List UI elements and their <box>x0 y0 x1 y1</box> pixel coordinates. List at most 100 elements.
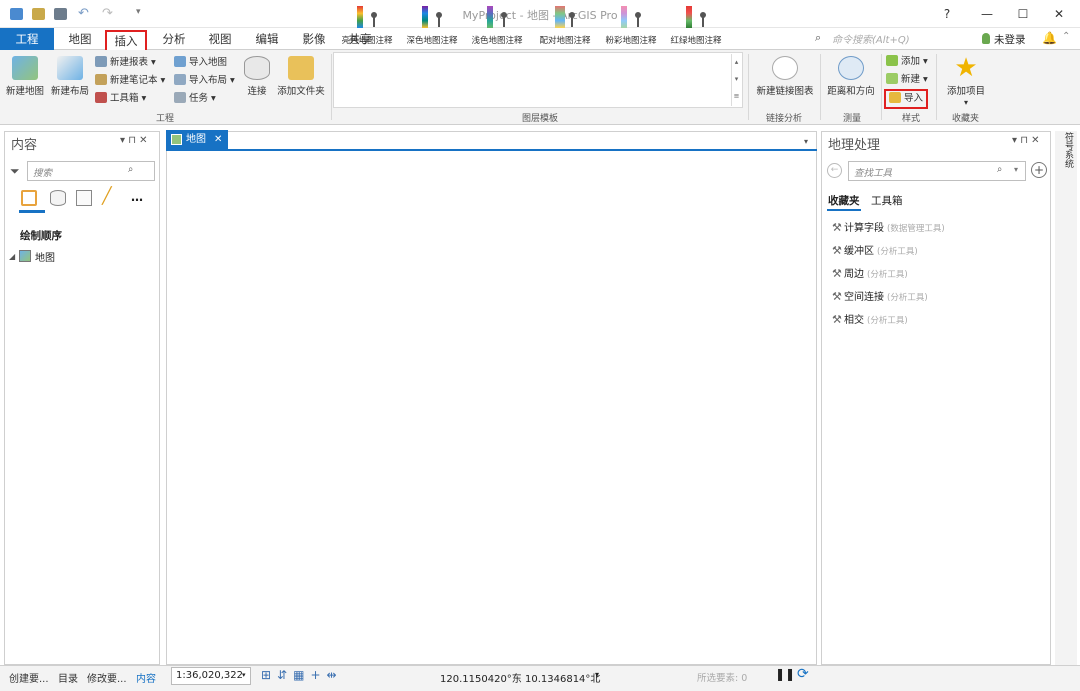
map-tab[interactable]: 地图 ✕ <box>166 130 228 149</box>
back-icon[interactable]: ← <box>827 163 842 178</box>
link-chart-icon <box>772 56 798 80</box>
group-layer-templates-label: 图层模板 <box>522 114 559 124</box>
scale-selector[interactable]: 1:36,020,322 ▾ <box>171 667 251 685</box>
coordinate-dropdown-icon[interactable]: ▾ <box>595 670 599 679</box>
separator <box>936 54 937 120</box>
group-favorites-label: 收藏夹 <box>952 114 980 124</box>
geoprocessing-pane-controls[interactable]: ▾ ⊓ ✕ <box>1012 135 1040 146</box>
toolbox-button[interactable]: 工具箱 ▾ <box>95 91 146 107</box>
drawing-order-icon[interactable] <box>21 190 37 206</box>
tab-edit[interactable]: 编辑 <box>247 30 287 50</box>
tab-favorites[interactable]: 收藏夹 <box>828 193 860 208</box>
tab-toolboxes[interactable]: 工具箱 <box>871 193 903 208</box>
report-icon <box>95 56 107 67</box>
task-button[interactable]: 任务 ▾ <box>174 91 216 107</box>
map-tab-close-icon[interactable]: ✕ <box>214 134 222 145</box>
symbology-side-tab[interactable]: 符号系统 <box>1059 132 1073 168</box>
data-source-icon[interactable] <box>50 190 66 206</box>
bottom-tab-create-features[interactable]: 创建要... <box>9 670 49 685</box>
find-tools-input[interactable]: 查找工具 ⌕ ▾ <box>848 161 1026 181</box>
style-import-button[interactable]: 导入 <box>884 89 929 109</box>
layer-template-gallery <box>333 52 743 108</box>
separator <box>748 54 749 120</box>
side-dock <box>1055 131 1077 665</box>
template-bright[interactable]: 亮色地图注释 <box>335 4 399 46</box>
separator <box>820 54 821 120</box>
command-search-input[interactable]: 命令搜索(Alt+Q) <box>832 31 980 47</box>
selection-icon[interactable] <box>76 190 92 206</box>
tool-spatial-join[interactable]: ⚒ 空间连接 (分析工具) <box>832 290 928 304</box>
editing-icon[interactable]: ╱ <box>102 186 112 205</box>
style-import-icon <box>889 92 901 103</box>
tab-analysis[interactable]: 分析 <box>154 30 194 50</box>
hammer-icon: ⚒ <box>832 267 842 280</box>
refresh-icon[interactable]: ⟳ <box>797 666 809 682</box>
bottom-tab-contents[interactable]: 内容 <box>136 670 156 685</box>
group-measure-label: 测量 <box>843 114 862 124</box>
notification-icon[interactable]: 🔔 <box>1042 31 1057 45</box>
map-nav-icons[interactable]: ⊞⇵▦+⇹ <box>261 668 343 682</box>
import-map-icon <box>174 56 186 67</box>
filter-icon[interactable]: ⏷ <box>10 164 20 179</box>
template-red-green[interactable]: 红绿地图注释 <box>664 4 728 46</box>
style-new-button[interactable]: 新建 ▾ <box>886 72 928 88</box>
new-layout-button[interactable]: 新建布局 <box>49 56 91 97</box>
minimize-button[interactable]: — <box>970 4 1004 24</box>
pause-icon[interactable]: ❚❚ <box>775 667 795 681</box>
tab-project[interactable]: 工程 <box>0 28 54 50</box>
map-layer-item[interactable]: 地图 <box>35 249 55 264</box>
map-tab-icon <box>171 134 182 145</box>
compass-icon <box>838 56 864 80</box>
database-icon <box>244 56 270 80</box>
style-add-button[interactable]: 添加 ▾ <box>886 54 928 70</box>
tab-view[interactable]: 视图 <box>200 30 240 50</box>
template-pastel[interactable]: 粉彩地图注释 <box>599 4 663 46</box>
new-notebook-button[interactable]: 新建笔记本 ▾ <box>95 73 165 89</box>
tab-imagery[interactable]: 影像 <box>294 30 334 50</box>
hammer-icon: ⚒ <box>832 313 842 326</box>
bottom-tab-modify-features[interactable]: 修改要... <box>87 670 127 685</box>
template-paired[interactable]: 配对地图注释 <box>533 4 597 46</box>
hammer-icon: ⚒ <box>832 290 842 303</box>
distance-direction-button[interactable]: 距离和方向 <box>824 56 878 97</box>
account-label[interactable]: 未登录 <box>994 32 1026 47</box>
group-link-analysis-label: 链接分析 <box>766 114 803 124</box>
gallery-scroll[interactable]: ▴ ▾ ≡ <box>731 54 741 106</box>
maximize-button[interactable]: ☐ <box>1006 4 1040 24</box>
template-dark[interactable]: 深色地图注释 <box>400 4 464 46</box>
tool-calculate-field[interactable]: ⚒ 计算字段 (数据管理工具) <box>832 221 945 235</box>
contents-pane-controls[interactable]: ▾ ⊓ ✕ <box>120 135 148 146</box>
map-tab-underline <box>166 149 817 151</box>
task-icon <box>174 92 186 103</box>
close-button[interactable]: ✕ <box>1042 4 1076 24</box>
new-report-button[interactable]: 新建报表 ▾ <box>95 55 156 71</box>
tool-buffer[interactable]: ⚒ 缓冲区 (分析工具) <box>832 244 918 258</box>
tool-intersect[interactable]: ⚒ 相交 (分析工具) <box>832 313 908 327</box>
import-layout-icon <box>174 74 186 85</box>
map-view-menu-icon[interactable]: ▾ <box>804 137 808 146</box>
template-light[interactable]: 浅色地图注释 <box>465 4 529 46</box>
bottom-tab-catalog[interactable]: 目录 <box>58 670 78 685</box>
geoprocessing-title: 地理处理 <box>828 138 881 153</box>
tab-map[interactable]: 地图 <box>60 30 100 50</box>
tab-insert[interactable]: 插入 <box>105 30 147 50</box>
new-link-chart-button[interactable]: 新建链接图表 <box>754 56 816 97</box>
collapse-ribbon-icon[interactable]: ⌃ <box>1062 31 1070 42</box>
add-folder-button[interactable]: 添加文件夹 <box>274 56 328 97</box>
help-button[interactable]: ? <box>930 4 964 24</box>
add-item-button[interactable]: ★ 添加项目 ▾ <box>942 55 990 108</box>
connect-button[interactable]: 连接 <box>243 56 271 97</box>
map-view[interactable] <box>166 131 817 665</box>
expand-icon[interactable]: ◢ <box>9 252 15 261</box>
dropdown-icon[interactable]: ▾ <box>1014 165 1018 174</box>
add-tool-icon[interactable]: + <box>1031 162 1047 178</box>
contents-search-input[interactable]: 搜索 ⌕ <box>27 161 155 181</box>
new-layout-icon <box>57 56 83 80</box>
import-layout-button[interactable]: 导入布局 ▾ <box>174 73 235 89</box>
more-options-icon[interactable]: … <box>131 190 143 204</box>
new-map-button[interactable]: 新建地图 <box>5 56 45 97</box>
tool-near[interactable]: ⚒ 周边 (分析工具) <box>832 267 908 281</box>
import-map-button[interactable]: 导入地图 <box>174 55 227 71</box>
separator <box>881 54 882 120</box>
contents-title: 内容 <box>11 138 38 153</box>
